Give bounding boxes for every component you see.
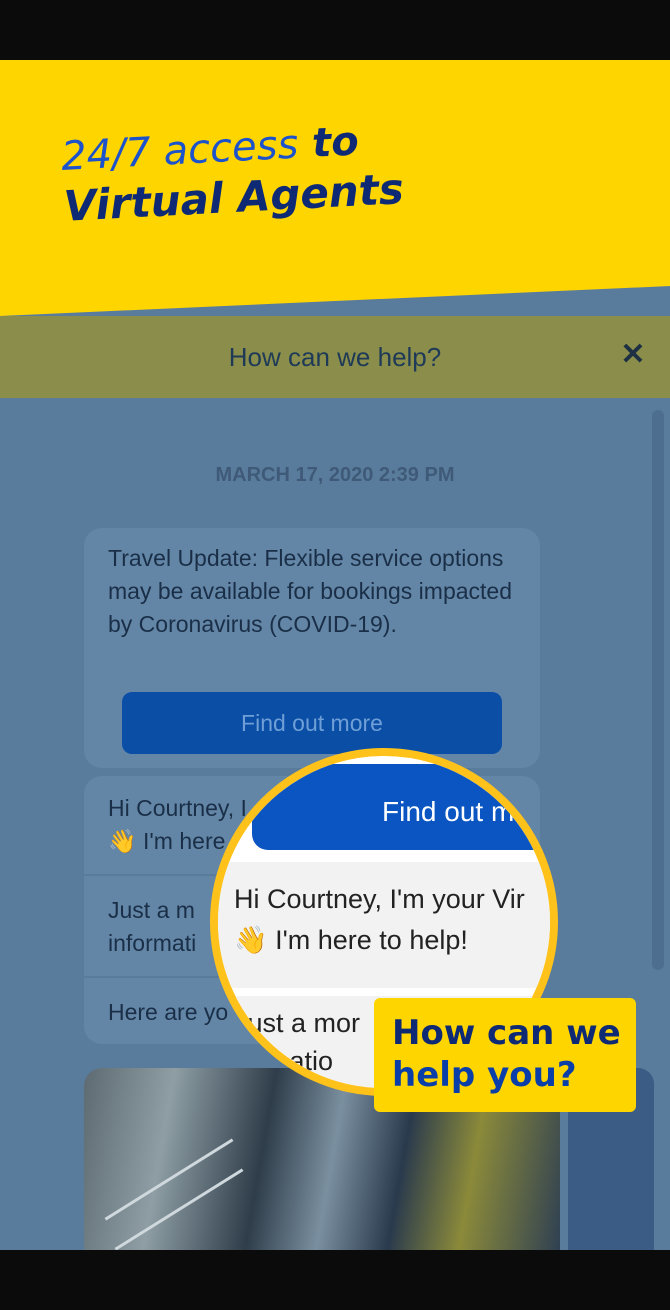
find-out-more-button[interactable]: Find out more [122, 692, 502, 754]
help-callout: How can we help you? [374, 998, 636, 1112]
magnified-greeting-line-2: 👋 I'm here to help! [234, 925, 468, 955]
magnified-greeting-line-1: Hi Courtney, I'm your Vir [234, 884, 525, 914]
moment-line-2: informati [108, 930, 197, 956]
travel-update-message: Travel Update: Flexible service options … [84, 528, 540, 768]
greeting-line-1: Hi Courtney, I [108, 795, 247, 821]
headline-connector: to [297, 118, 360, 168]
top-black-bar [0, 0, 670, 60]
here-are-line: Here are yo [108, 999, 229, 1025]
stair-rail [104, 1138, 234, 1221]
close-icon[interactable]: ✕ [616, 338, 650, 372]
bottom-black-bar [0, 1250, 670, 1310]
moment-line-1: Just a m [108, 897, 195, 923]
banner-headline: 24/7 access to Virtual Agents [60, 116, 405, 230]
promo-banner: 24/7 access to Virtual Agents [0, 60, 670, 316]
greeting-line-2: 👋 I'm here [108, 828, 226, 854]
message-timestamp: MARCH 17, 2020 2:39 PM [215, 464, 455, 486]
chat-header: How can we help? ✕ [0, 316, 670, 398]
callout-line-1: How can we [392, 1013, 621, 1053]
magnified-find-out-button: Find out m [252, 764, 550, 850]
chat-scrollbar[interactable] [652, 410, 664, 970]
magnified-moment-line-2: rmatio [258, 1046, 334, 1076]
callout-line-2: help you? [392, 1055, 577, 1095]
travel-update-text: Travel Update: Flexible service options … [108, 545, 513, 637]
chat-header-title: How can we help? [228, 341, 442, 372]
magnified-moment-line-1: Just a mor [234, 1008, 361, 1038]
magnified-greeting: Hi Courtney, I'm your Vir 👋 I'm here to … [218, 862, 550, 988]
stair-rail [114, 1168, 244, 1250]
